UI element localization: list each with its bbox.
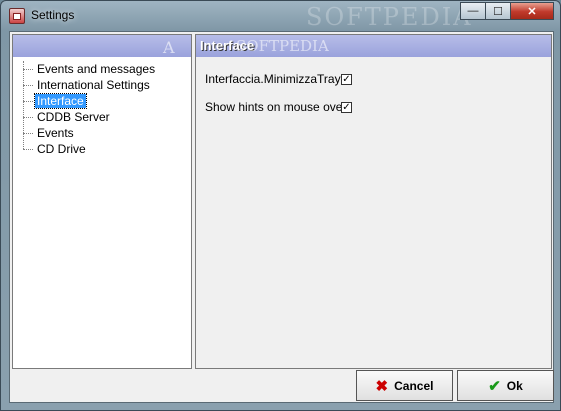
close-button[interactable]: ✕ [510, 2, 554, 20]
tree-item-events-and-messages[interactable]: Events and messages [21, 61, 157, 77]
show-hints-checkbox[interactable]: ✓ [341, 102, 352, 113]
title-bar[interactable]: Settings SOFTPEDIA — ☐ ✕ [1, 1, 560, 31]
settings-tree: Events and messages International Settin… [21, 61, 157, 157]
maximize-button[interactable]: ☐ [485, 2, 511, 20]
tree-item-label: International Settings [37, 78, 150, 92]
cancel-button-label: Cancel [394, 378, 434, 393]
cancel-x-icon: ✖ [375, 377, 389, 395]
close-icon: ✕ [527, 5, 537, 18]
settings-window: Settings SOFTPEDIA — ☐ ✕ A Events and me… [0, 0, 561, 411]
cancel-button[interactable]: ✖ Cancel [356, 370, 453, 401]
settings-tree-panel: A Events and messages International Sett… [12, 34, 192, 369]
dialog-client-area: A Events and messages International Sett… [9, 31, 554, 403]
tree-item-events[interactable]: Events [21, 125, 157, 141]
tree-item-label: CD Drive [37, 142, 86, 156]
tree-item-interface[interactable]: Interface [21, 93, 157, 109]
interface-settings-panel: Interface SOFTPEDIA Interfaccia.Minimizz… [195, 34, 552, 369]
tree-item-label: CDDB Server [37, 110, 110, 124]
maximize-icon: ☐ [493, 5, 503, 18]
ok-check-icon: ✔ [488, 377, 501, 395]
tree-item-label: Interface [34, 93, 87, 109]
panel-header-watermark: SOFTPEDIA [236, 37, 329, 55]
app-icon [9, 8, 25, 24]
check-icon: ✓ [342, 102, 351, 113]
softpedia-watermark: SOFTPEDIA [306, 3, 473, 31]
tree-item-label: Events and messages [37, 62, 156, 76]
panel-header: Interface SOFTPEDIA [196, 35, 551, 57]
minimizza-tray-checkbox[interactable]: ✓ [341, 74, 352, 85]
tree-item-cd-drive[interactable]: CD Drive [21, 141, 157, 157]
window-title: Settings [31, 8, 75, 22]
option-label: Show hints on mouse over [205, 100, 347, 114]
tree-item-cddb-server[interactable]: CDDB Server [21, 109, 157, 125]
check-icon: ✓ [342, 74, 351, 85]
tree-header-watermark: A [163, 38, 175, 57]
minimize-button[interactable]: — [460, 2, 486, 20]
tree-header: A [13, 35, 191, 57]
dialog-footer: ✖ Cancel ✔ Ok [12, 370, 554, 402]
option-minimizza-tray: Interfaccia.MinimizzaTray [205, 71, 341, 87]
tree-item-label: Events [37, 126, 74, 140]
ok-button-label: Ok [506, 378, 523, 393]
caption-buttons: — ☐ ✕ [460, 2, 554, 20]
tree-item-international-settings[interactable]: International Settings [21, 77, 157, 93]
minimize-icon: — [467, 5, 479, 17]
option-show-hints: Show hints on mouse over [205, 99, 346, 115]
option-label: Interfaccia.MinimizzaTray [205, 72, 341, 86]
ok-button[interactable]: ✔ Ok [457, 370, 554, 401]
